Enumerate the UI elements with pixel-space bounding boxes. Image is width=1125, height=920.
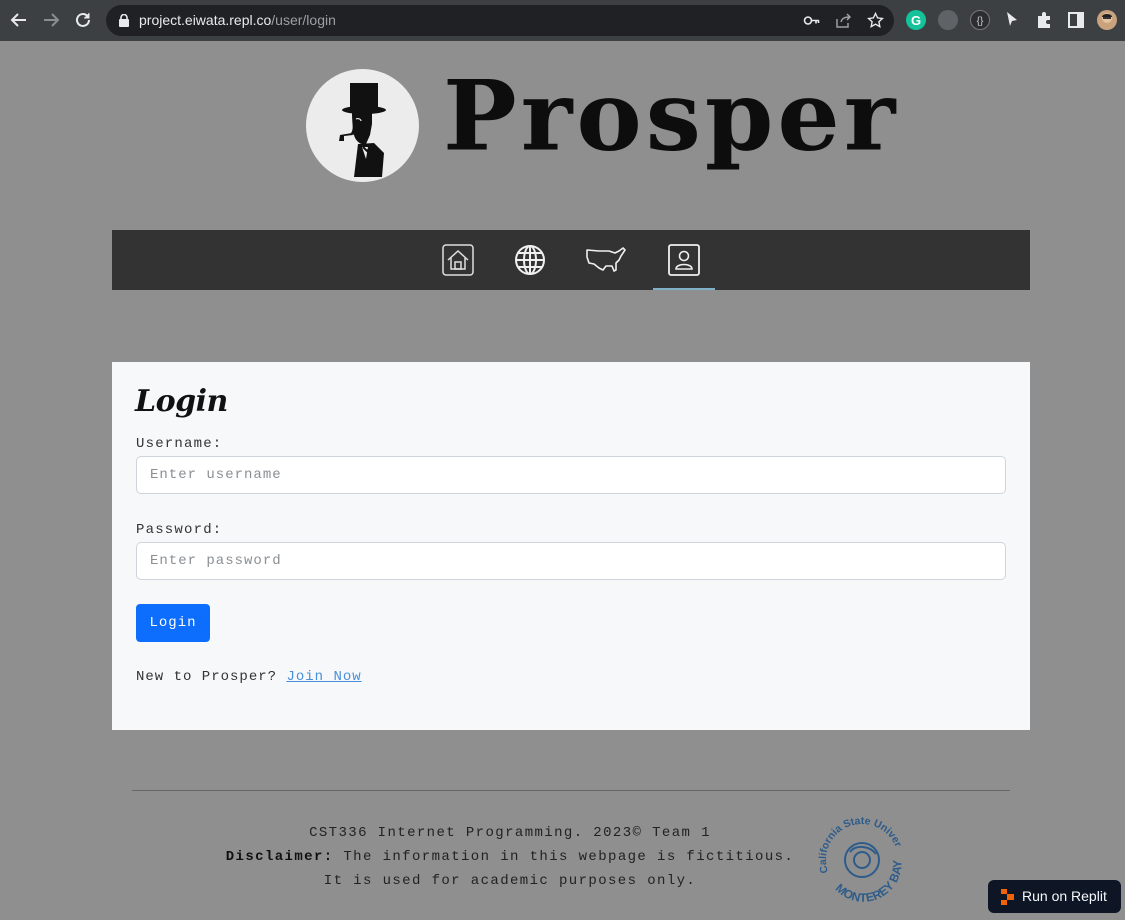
star-icon[interactable]	[867, 11, 884, 29]
replit-icon	[1001, 889, 1014, 905]
replit-label: Run on Replit	[1022, 888, 1107, 904]
signup-prompt: New to Prosper? Join Now	[136, 669, 362, 685]
brand-title: Prosper	[443, 60, 900, 173]
extension-icon[interactable]	[938, 10, 958, 30]
svg-text:MONTEREY BAY: MONTEREY BAY	[829, 855, 912, 910]
profile-avatar[interactable]	[1097, 10, 1117, 30]
user-icon	[668, 244, 700, 276]
username-input[interactable]	[136, 456, 1006, 494]
login-card: Login Username: Password: Login New to P…	[112, 362, 1030, 730]
globe-icon	[515, 245, 545, 275]
svg-text:{}: {}	[977, 16, 984, 27]
forward-arrow-icon[interactable]	[40, 9, 62, 31]
browser-toolbar: project.eiwata.repl.co/user/login G {}	[0, 0, 1125, 41]
usa-map-icon	[586, 247, 626, 272]
csumb-seal: California State University MONTEREY BAY	[792, 789, 915, 915]
seal-bottom-text: MONTEREY BAY	[829, 855, 915, 915]
nav-world[interactable]	[506, 230, 554, 290]
run-on-replit-button[interactable]: Run on Replit	[988, 880, 1121, 913]
lock-icon	[119, 13, 129, 32]
login-title: Login	[135, 384, 228, 419]
footer-disclaimer: Disclaimer: The information in this webp…	[212, 849, 808, 865]
password-input[interactable]	[136, 542, 1006, 580]
share-icon[interactable]	[835, 12, 852, 29]
footer-academic-note: It is used for academic purposes only.	[323, 873, 697, 889]
gentleman-top-hat-icon	[339, 83, 386, 177]
grammarly-icon[interactable]: G	[906, 10, 926, 30]
signup-text: New to Prosper?	[136, 669, 278, 685]
login-button[interactable]: Login	[136, 604, 210, 642]
extension-icon[interactable]: {}	[970, 10, 990, 30]
back-arrow-icon[interactable]	[8, 9, 30, 31]
main-nav	[112, 230, 1030, 290]
nav-home[interactable]	[434, 230, 482, 290]
join-now-link[interactable]: Join Now	[286, 669, 361, 685]
disclaimer-label: Disclaimer:	[225, 849, 334, 865]
svg-text:G: G	[911, 13, 921, 28]
cursor-icon[interactable]	[1002, 10, 1022, 30]
nav-user[interactable]	[660, 230, 708, 290]
username-label: Username:	[136, 436, 223, 452]
reload-icon[interactable]	[72, 9, 94, 31]
url-text: project.eiwata.repl.co/user/login	[139, 12, 336, 28]
sidebar-icon[interactable]	[1066, 10, 1086, 30]
gentleman-logo	[306, 69, 419, 182]
home-icon	[442, 244, 474, 276]
footer-copyright: CST336 Internet Programming. 2023© Team …	[309, 825, 711, 841]
key-icon[interactable]	[803, 12, 820, 29]
disclaimer-text: The information in this webpage is ficti…	[343, 849, 795, 865]
address-bar[interactable]: project.eiwata.repl.co/user/login	[106, 5, 894, 36]
university-seal-icon: California State University MONTEREY BAY	[792, 789, 915, 915]
footer-divider	[132, 790, 1010, 791]
nav-usa[interactable]	[582, 230, 630, 290]
puzzle-icon[interactable]	[1034, 10, 1054, 30]
nav-active-indicator	[653, 288, 715, 290]
password-label: Password:	[136, 522, 223, 538]
